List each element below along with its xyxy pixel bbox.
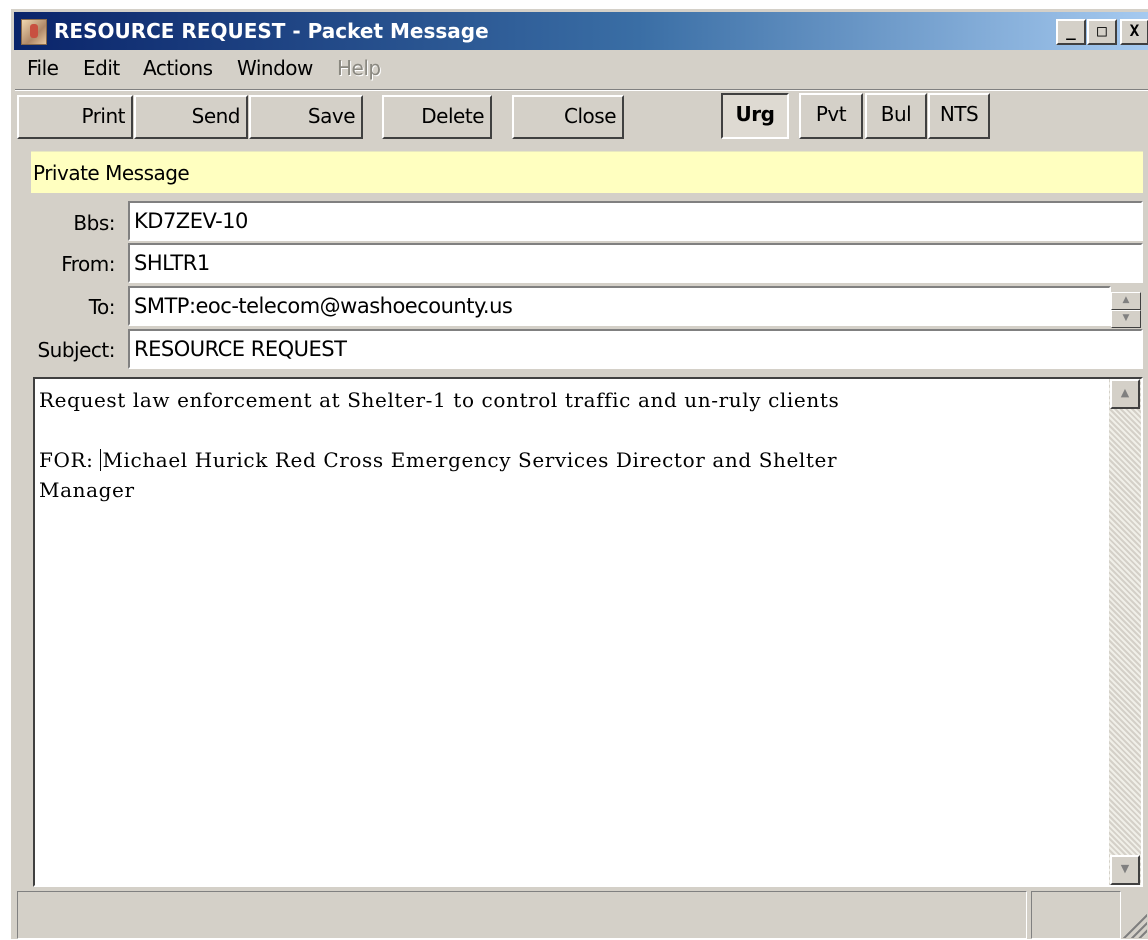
menu-edit[interactable]: Edit — [83, 56, 120, 80]
to-spinner[interactable]: ▲ ▼ — [1111, 292, 1141, 328]
message-line-2: Michael Hurick Red Cross Emergency Servi… — [39, 448, 838, 502]
subject-label: Subject: — [37, 338, 115, 362]
resize-grip-icon[interactable] — [1123, 914, 1147, 938]
scroll-up-icon[interactable]: ▲ — [1110, 379, 1140, 409]
menu-help: Help — [337, 56, 381, 80]
to-field[interactable]: SMTP:eoc-telecom@washoecounty.us — [128, 286, 1111, 326]
packet-message-window: RESOURCE REQUEST - Packet Message _ □ X … — [10, 8, 1148, 939]
message-text[interactable]: Request law enforcement at Shelter-1 to … — [39, 385, 1107, 505]
from-label: From: — [61, 252, 115, 276]
delete-button[interactable]: Delete — [382, 95, 492, 139]
menu-file[interactable]: File — [27, 56, 59, 80]
bbs-label: Bbs: — [73, 211, 115, 235]
bbs-field[interactable]: KD7ZEV-10 — [128, 201, 1143, 241]
private-toggle[interactable]: Pvt — [799, 93, 863, 139]
close-window-button[interactable]: X — [1120, 19, 1148, 45]
message-body[interactable]: Request law enforcement at Shelter-1 to … — [33, 377, 1143, 887]
to-label: To: — [88, 295, 116, 319]
status-pane-main — [17, 891, 1027, 939]
private-message-banner: Private Message — [31, 151, 1143, 193]
maximize-button[interactable]: □ — [1087, 19, 1117, 45]
print-button[interactable]: Print — [17, 95, 133, 139]
menu-window[interactable]: Window — [237, 56, 313, 80]
save-button[interactable]: Save — [249, 95, 363, 139]
nts-toggle[interactable]: NTS — [928, 93, 990, 139]
window-title: RESOURCE REQUEST - Packet Message — [54, 19, 489, 43]
message-line-2-prefix: FOR: — [39, 448, 101, 472]
from-field[interactable]: SHLTR1 — [128, 243, 1143, 283]
message-line-1: Request law enforcement at Shelter-1 to … — [39, 388, 840, 412]
status-pane-secondary — [1031, 891, 1121, 939]
bulletin-toggle[interactable]: Bul — [865, 93, 927, 139]
spin-down-icon[interactable]: ▼ — [1111, 310, 1141, 328]
send-button[interactable]: Send — [134, 95, 248, 139]
close-button[interactable]: Close — [512, 95, 624, 139]
title-bar[interactable]: RESOURCE REQUEST - Packet Message _ □ X — [14, 12, 1148, 50]
urgent-toggle[interactable]: Urg — [721, 93, 789, 139]
minimize-button[interactable]: _ — [1056, 19, 1086, 45]
subject-field[interactable]: RESOURCE REQUEST — [128, 329, 1143, 369]
scroll-down-icon[interactable]: ▼ — [1110, 855, 1140, 885]
toolbar-separator — [15, 89, 1148, 91]
status-bar — [15, 891, 1148, 940]
spin-up-icon[interactable]: ▲ — [1111, 292, 1141, 310]
app-icon[interactable] — [21, 19, 47, 45]
message-scrollbar[interactable]: ▲ ▼ — [1109, 379, 1141, 885]
menu-actions[interactable]: Actions — [143, 56, 213, 80]
